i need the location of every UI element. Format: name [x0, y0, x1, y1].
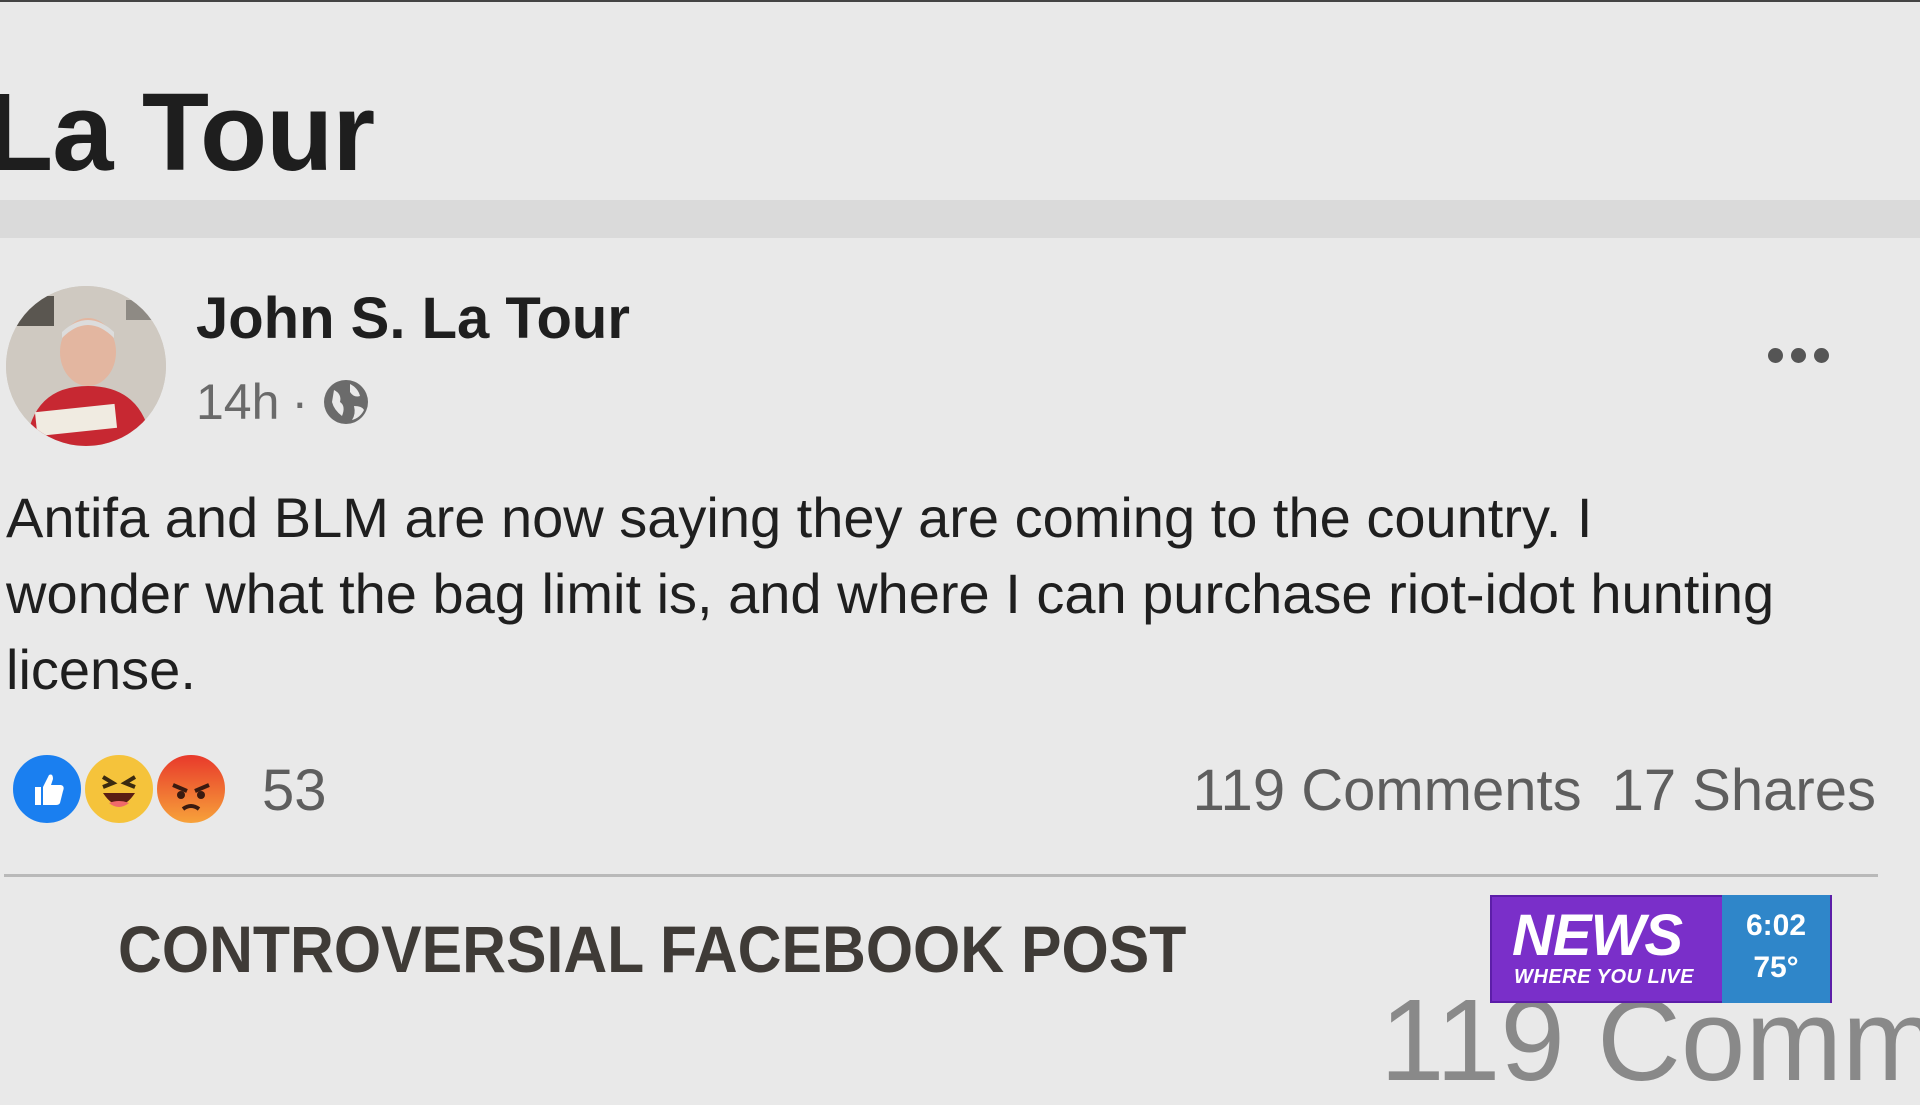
meta-separator: · [291, 374, 309, 430]
globe-icon [320, 376, 372, 428]
post-divider [4, 874, 1878, 877]
top-edge-line [0, 0, 1920, 2]
post-body: Antifa and BLM are now saying they are c… [6, 486, 1775, 701]
logo-tagline: WHERE YOU LIVE [1514, 966, 1694, 988]
comments-count[interactable]: 119 Comments [1193, 762, 1582, 820]
lower-third-caption: CONTROVERSIAL FACEBOOK POST [118, 912, 1187, 986]
reaction-count[interactable]: 53 [262, 762, 327, 820]
angry-icon [154, 752, 228, 826]
shares-count[interactable]: 17 Shares [1612, 762, 1876, 820]
like-icon [10, 752, 84, 826]
header-divider [0, 200, 1920, 238]
broadcast-clock: 6:02 [1745, 909, 1807, 942]
avatar[interactable] [6, 286, 166, 446]
logo-main-text: NEWS [1512, 903, 1683, 968]
reaction-icons[interactable] [10, 752, 230, 826]
ellipsis-icon[interactable] [1768, 348, 1829, 363]
page-title: La Tour [0, 71, 375, 194]
time-weather-box: 6:02 75° [1722, 895, 1830, 1003]
haha-icon [82, 752, 156, 826]
post-stats: 119 Comments 17 Shares [1193, 762, 1876, 820]
broadcast-temperature: 75° [1753, 951, 1799, 984]
author-name[interactable]: John S. La Tour [196, 290, 630, 348]
post-time[interactable]: 14h [196, 377, 279, 427]
post-meta: 14h · [196, 376, 372, 428]
